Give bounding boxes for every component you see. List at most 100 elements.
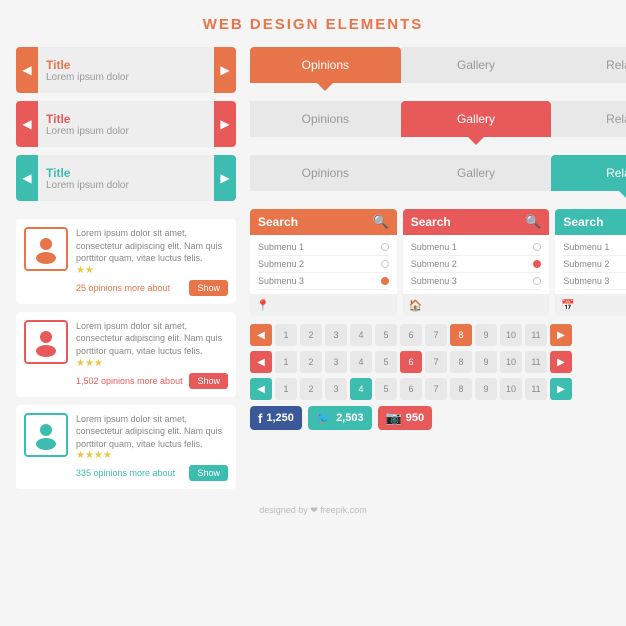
slider-right-arrow-2[interactable]: ▶ (214, 101, 236, 147)
page-3-2[interactable]: 3 (325, 351, 347, 373)
show-btn-1[interactable]: Show (189, 280, 228, 296)
facebook-social[interactable]: f 1,250 (250, 406, 302, 430)
tab-row-2: Opinions Gallery Related (250, 101, 626, 137)
search-label-teal: Search (563, 215, 603, 229)
submenu-dot-o1 (381, 243, 389, 251)
slider-sub-2: Lorem ipsum dolor (46, 126, 206, 137)
avatar-1 (24, 227, 68, 271)
page-9-1[interactable]: 9 (475, 324, 497, 346)
opinion-footer-2: 1,502 opinions more about Show (76, 373, 228, 389)
page-1-2[interactable]: 1 (275, 351, 297, 373)
submenu-dot-r1 (533, 243, 541, 251)
submenu-label-t2: Submenu 2 (563, 259, 609, 269)
facebook-count: 1,250 (266, 412, 294, 424)
avatar-3 (24, 413, 68, 457)
page-3-1[interactable]: 3 (325, 324, 347, 346)
page-7-2[interactable]: 7 (425, 351, 447, 373)
slider-left-arrow-3[interactable]: ◀ (16, 155, 38, 201)
page-next-arrow-1[interactable]: ▶ (550, 324, 572, 346)
tab-section: Opinions Gallery Related Opinions Galler… (250, 47, 626, 191)
page-2-1[interactable]: 2 (300, 324, 322, 346)
tab-opinions-3[interactable]: Opinions (250, 155, 401, 191)
page-6-2[interactable]: 6 (400, 351, 422, 373)
submenu-label-o1: Submenu 1 (258, 242, 304, 252)
page-4-1[interactable]: 4 (350, 324, 372, 346)
page-2-2[interactable]: 2 (300, 351, 322, 373)
search-input-bar-teal: 📅 (555, 294, 626, 316)
page-3-3[interactable]: 3 (325, 378, 347, 400)
page-next-arrow-3[interactable]: ▶ (550, 378, 572, 400)
submenu-item-o3: Submenu 3 (258, 273, 389, 290)
twitter-social[interactable]: 🐦 2,503 (308, 406, 372, 430)
tab-opinions-1[interactable]: Opinions (250, 47, 401, 83)
page-10-3[interactable]: 10 (500, 378, 522, 400)
submenu-item-r1: Submenu 1 (411, 239, 542, 256)
slider-left-arrow-2[interactable]: ◀ (16, 101, 38, 147)
tab-related-2[interactable]: Related (551, 101, 626, 137)
page-5-3[interactable]: 5 (375, 378, 397, 400)
slider-right-arrow-1[interactable]: ▶ (214, 47, 236, 93)
page-10-2[interactable]: 10 (500, 351, 522, 373)
page-6-1[interactable]: 6 (400, 324, 422, 346)
page-6-3[interactable]: 6 (400, 378, 422, 400)
page-5-1[interactable]: 5 (375, 324, 397, 346)
page-next-arrow-2[interactable]: ▶ (550, 351, 572, 373)
pagination-row-2: ◀ 1 2 3 4 5 6 7 8 9 10 11 ▶ (250, 351, 626, 373)
page-11-3[interactable]: 11 (525, 378, 547, 400)
slider-left-arrow-1[interactable]: ◀ (16, 47, 38, 93)
card-body-2: Lorem ipsum dolor sit amet, consectetur … (76, 320, 228, 389)
search-header-red: Search 🔍 (403, 209, 550, 235)
page-8-2[interactable]: 8 (450, 351, 472, 373)
tab-gallery-2[interactable]: Gallery (401, 101, 552, 137)
submenu-item-r3: Submenu 3 (411, 273, 542, 290)
opinion-text-1: Lorem ipsum dolor sit amet, consectetur … (76, 227, 228, 265)
page-8-1[interactable]: 8 (450, 324, 472, 346)
tab-related-3[interactable]: Related (551, 155, 626, 191)
submenu-list-orange: Submenu 1 Submenu 2 Submenu 3 (250, 235, 397, 294)
opinion-text-2: Lorem ipsum dolor sit amet, consectetur … (76, 320, 228, 358)
tab-related-1[interactable]: Related (551, 47, 626, 83)
page-5-2[interactable]: 5 (375, 351, 397, 373)
page-11-2[interactable]: 11 (525, 351, 547, 373)
page-7-1[interactable]: 7 (425, 324, 447, 346)
opinions-count-1: 25 opinions more about (76, 283, 170, 293)
submenu-item-r2: Submenu 2 (411, 256, 542, 273)
page-4-3[interactable]: 4 (350, 378, 372, 400)
submenu-label-r2: Submenu 2 (411, 259, 457, 269)
search-input-red[interactable] (426, 300, 543, 310)
page-7-3[interactable]: 7 (425, 378, 447, 400)
avatar-2 (24, 320, 68, 364)
slider-right-arrow-3[interactable]: ▶ (214, 155, 236, 201)
page-8-3[interactable]: 8 (450, 378, 472, 400)
page-9-2[interactable]: 9 (475, 351, 497, 373)
page-10-1[interactable]: 10 (500, 324, 522, 346)
submenu-list-red: Submenu 1 Submenu 2 Submenu 3 (403, 235, 550, 294)
page-2-3[interactable]: 2 (300, 378, 322, 400)
show-btn-3[interactable]: Show (189, 465, 228, 481)
instagram-social[interactable]: 📷 950 (378, 406, 433, 430)
search-input-orange[interactable] (274, 300, 391, 310)
search-icon-orange: 🔍 (373, 214, 389, 230)
page-prev-arrow-1[interactable]: ◀ (250, 324, 272, 346)
page-prev-arrow-2[interactable]: ◀ (250, 351, 272, 373)
instagram-icon: 📷 (386, 410, 402, 426)
slider-title-1: Title (46, 58, 206, 72)
tab-gallery-3[interactable]: Gallery (401, 155, 552, 191)
home-icon: 🏠 (409, 299, 423, 312)
search-box-orange: Search 🔍 Submenu 1 Submenu 2 Submenu 3 (250, 209, 397, 316)
tab-gallery-1[interactable]: Gallery (401, 47, 552, 83)
tab-opinions-2[interactable]: Opinions (250, 101, 401, 137)
page-1-3[interactable]: 1 (275, 378, 297, 400)
page-9-3[interactable]: 9 (475, 378, 497, 400)
show-btn-2[interactable]: Show (189, 373, 228, 389)
page-prev-arrow-3[interactable]: ◀ (250, 378, 272, 400)
search-label-red: Search (411, 215, 451, 229)
search-input-teal[interactable] (579, 300, 626, 310)
slider-content-1: Title Lorem ipsum dolor (38, 58, 214, 83)
page-11-1[interactable]: 11 (525, 324, 547, 346)
location-icon: 📍 (256, 299, 270, 312)
page-1-1[interactable]: 1 (275, 324, 297, 346)
slider-sub-3: Lorem ipsum dolor (46, 180, 206, 191)
search-input-bar-orange: 📍 (250, 294, 397, 316)
page-4-2[interactable]: 4 (350, 351, 372, 373)
